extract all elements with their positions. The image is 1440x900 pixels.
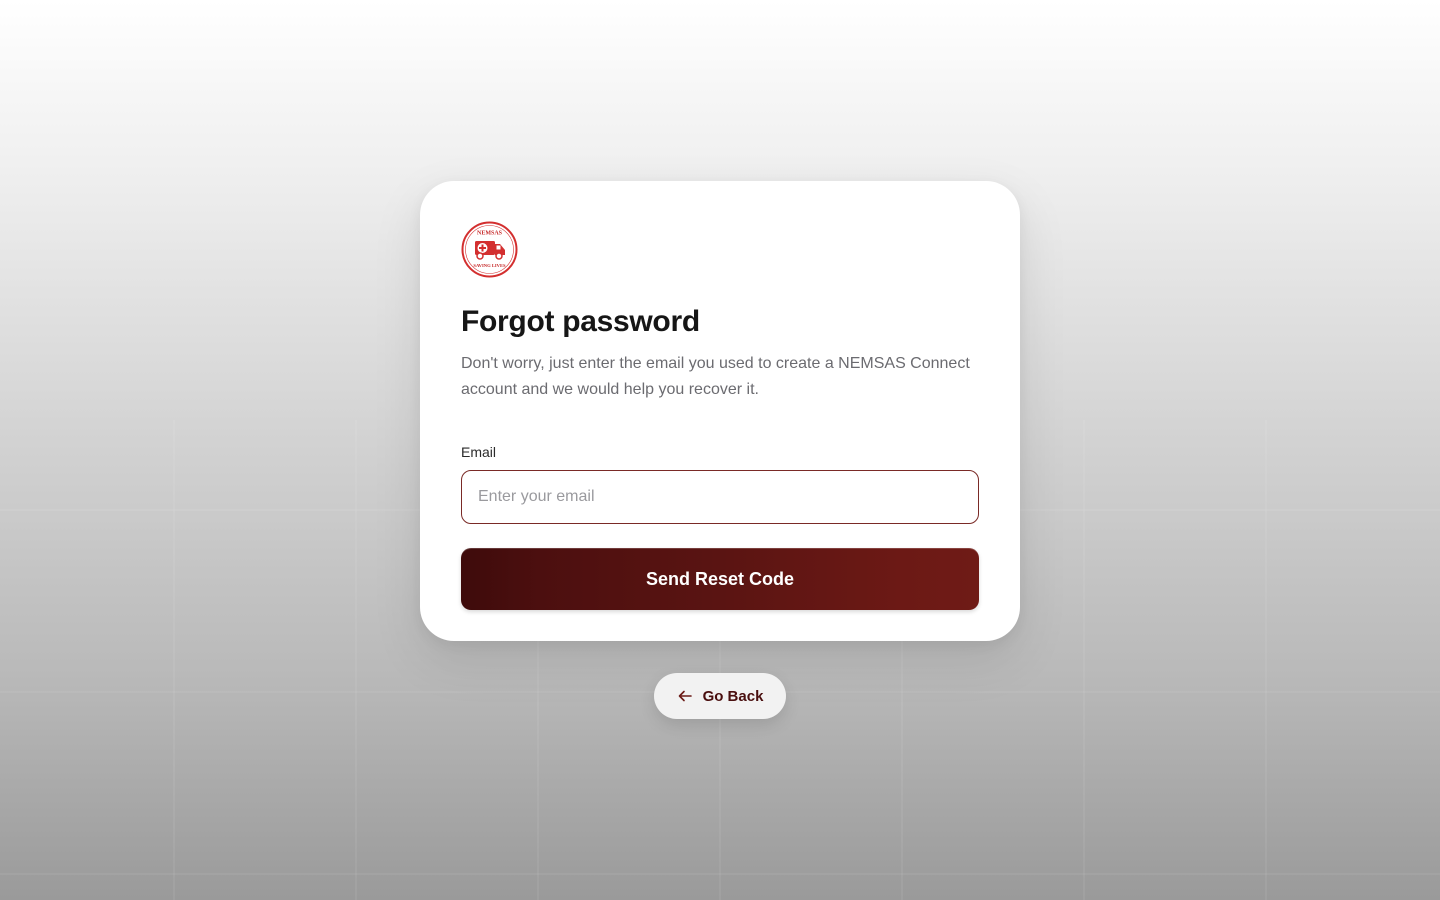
- ambulance-logo-icon: NEMSAS SAVING LIVES: [461, 221, 518, 278]
- forgot-password-card: NEMSAS SAVING LIVES Forgot password Don'…: [420, 181, 1020, 641]
- logo-bottom-text: SAVING LIVES: [473, 263, 506, 268]
- page-title: Forgot password: [461, 305, 700, 338]
- arrow-left-icon: [678, 690, 692, 702]
- email-label: Email: [461, 444, 497, 460]
- go-back-button[interactable]: Go Back: [654, 673, 786, 719]
- send-reset-code-button[interactable]: Send Reset Code: [461, 548, 979, 610]
- page-subtitle: Don't worry, just enter the email you us…: [461, 355, 970, 398]
- go-back-label: Go Back: [702, 687, 764, 705]
- logo-top-text: NEMSAS: [477, 231, 503, 237]
- email-input[interactable]: [461, 470, 979, 524]
